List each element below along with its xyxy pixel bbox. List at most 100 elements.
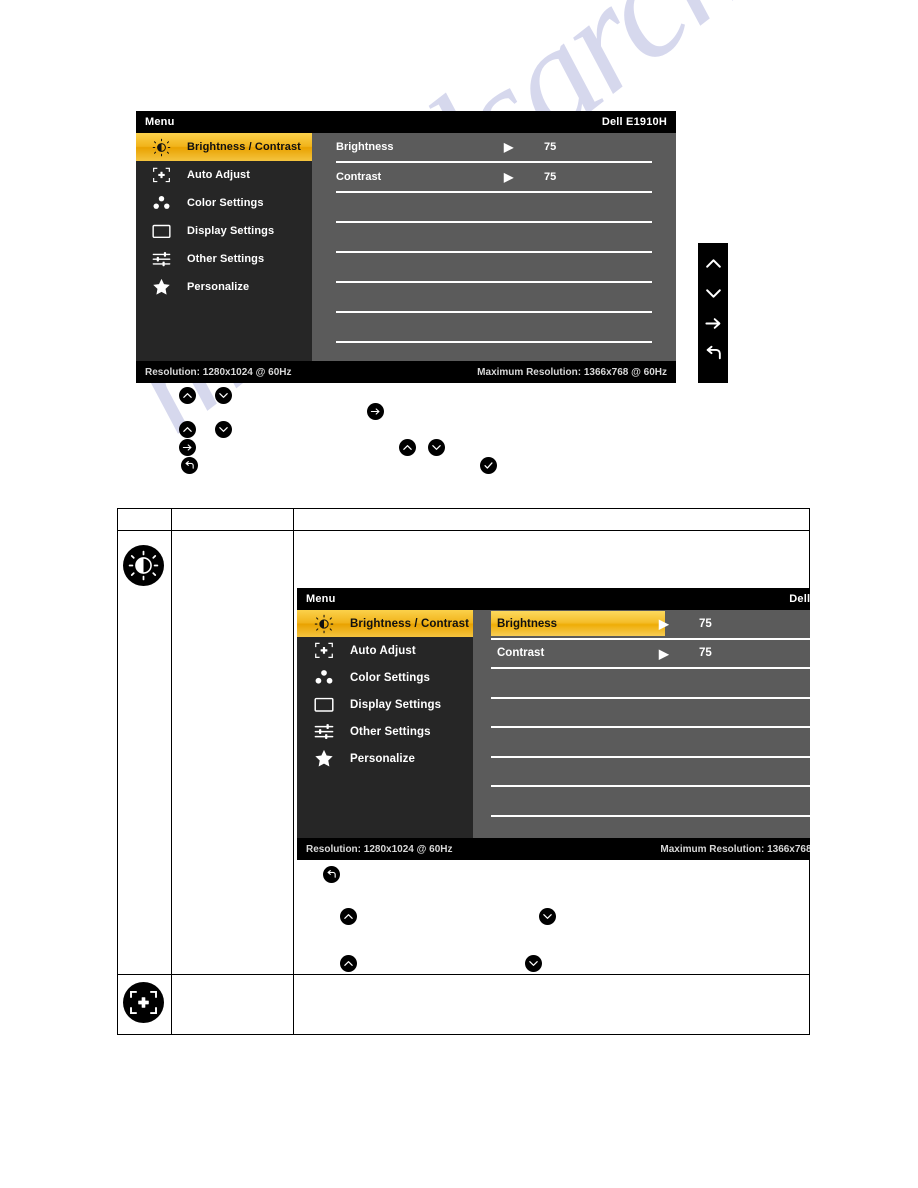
osd-setting-arrow-icon: ▶ (504, 140, 514, 154)
osd-sidebar-item-label: Display Settings (187, 225, 275, 237)
osd-setting-value: 75 (544, 171, 557, 183)
display-settings-icon (148, 224, 174, 239)
key-badge-up-chevron[interactable] (399, 439, 416, 456)
osd-footer-max-resolution: Maximum Resolution: 1366x768 @ 60 (660, 843, 810, 855)
table-cell-name-brightness (171, 530, 294, 975)
back-arrow-icon[interactable] (704, 344, 723, 363)
osd-sidebar-item-label: Auto Adjust (350, 644, 416, 657)
key-badge-up-chevron[interactable] (179, 421, 196, 438)
osd-sidebar-item-color-settings[interactable]: Color Settings (136, 189, 312, 217)
osd-setting-value: 75 (544, 141, 557, 153)
osd-setting-row-empty (336, 283, 652, 313)
osd-setting-row-empty (336, 253, 652, 283)
osd-sidebar-item-label: Color Settings (187, 197, 264, 209)
other-settings-icon (148, 251, 174, 267)
up-chevron-icon[interactable] (704, 254, 723, 273)
table-header-row (117, 508, 810, 531)
osd-settings-panel: Brightness ▶ 75 Contrast ▶ 75 (473, 610, 810, 838)
key-badge-down-chevron[interactable] (428, 439, 445, 456)
table-cell-icon-auto-adjust (117, 974, 172, 1035)
key-badge-back-arrow[interactable] (323, 866, 340, 883)
key-badge-down-chevron[interactable] (215, 421, 232, 438)
key-badge-check[interactable] (480, 457, 497, 474)
osd-sidebar-item-label: Other Settings (350, 725, 431, 738)
osd-sidebar-item-label: Personalize (350, 752, 416, 765)
osd-setting-label: Brightness (336, 141, 394, 153)
key-badge-back-arrow[interactable] (181, 457, 198, 474)
brightness-icon (148, 138, 174, 157)
down-chevron-icon[interactable] (704, 284, 723, 303)
monitor-button-strip[interactable] (698, 243, 728, 383)
osd-sidebar-item-color-settings[interactable]: Color Settings (297, 664, 473, 691)
key-badge-down-chevron[interactable] (539, 908, 556, 925)
osd-menu-top: Menu Dell E1910H Brightness / Contrast A… (136, 111, 676, 383)
osd-setting-row-contrast[interactable]: Contrast ▶ 75 (491, 640, 810, 669)
osd-setting-row-empty (491, 758, 810, 787)
osd-setting-arrow-icon: ▶ (504, 170, 514, 184)
table-cell-icon-brightness (117, 530, 172, 975)
key-badge-down-chevron[interactable] (215, 387, 232, 404)
osd-sidebar-item-personalize[interactable]: Personalize (297, 745, 473, 772)
osd-menu-bottom-clip: Menu Dell E191 Brightness / Contrast (297, 588, 810, 860)
osd-sidebar-item-label: Personalize (187, 281, 250, 293)
color-settings-icon (148, 195, 174, 211)
osd-setting-row-empty (336, 313, 652, 343)
osd-setting-row-brightness[interactable]: Brightness ▶ 75 (336, 133, 652, 163)
brightness-icon (123, 545, 164, 586)
osd-setting-arrow-icon: ▶ (659, 617, 669, 632)
osd-sidebar-item-other-settings[interactable]: Other Settings (297, 718, 473, 745)
osd-setting-row-contrast[interactable]: Contrast ▶ 75 (336, 163, 652, 193)
color-settings-icon (311, 669, 337, 685)
osd-sidebar-item-personalize[interactable]: Personalize (136, 273, 312, 301)
display-settings-icon (311, 697, 337, 713)
key-badge-up-chevron[interactable] (340, 955, 357, 972)
brightness-icon (311, 614, 337, 634)
osd-setting-row-empty (491, 728, 810, 758)
key-badge-up-chevron[interactable] (340, 908, 357, 925)
osd-setting-value: 75 (699, 647, 712, 660)
right-arrow-icon[interactable] (704, 314, 723, 333)
osd-footer-resolution: Resolution: 1280x1024 @ 60Hz (306, 843, 453, 855)
key-badge-down-chevron[interactable] (525, 955, 542, 972)
key-badge-up-chevron[interactable] (179, 387, 196, 404)
auto-adjust-icon (311, 642, 337, 659)
osd-setting-row-empty (491, 699, 810, 728)
osd-sidebar-item-auto-adjust[interactable]: Auto Adjust (297, 637, 473, 664)
table-header-cell-icon (117, 508, 172, 531)
osd-sidebar: Brightness / Contrast Auto Adjust Color … (297, 610, 473, 838)
osd-footer: Resolution: 1280x1024 @ 60Hz Maximum Res… (297, 838, 810, 860)
osd-setting-row-empty (336, 223, 652, 253)
osd-setting-row-brightness[interactable]: Brightness ▶ 75 (491, 610, 810, 640)
key-badge-right-arrow[interactable] (179, 439, 196, 456)
osd-setting-row-empty (491, 817, 810, 839)
table-cell-description-auto-adjust (293, 974, 810, 1035)
osd-title-bar: Menu Dell E1910H (136, 111, 676, 133)
auto-adjust-icon (123, 982, 164, 1023)
table-row (117, 974, 810, 1035)
osd-setting-arrow-icon: ▶ (659, 646, 669, 661)
other-settings-icon (311, 723, 337, 740)
osd-title-bar: Menu Dell E191 (297, 588, 810, 610)
osd-title-left: Menu (145, 116, 175, 128)
osd-setting-row-empty (336, 193, 652, 223)
osd-sidebar-item-auto-adjust[interactable]: Auto Adjust (136, 161, 312, 189)
osd-sidebar-item-other-settings[interactable]: Other Settings (136, 245, 312, 273)
osd-setting-row-empty (336, 343, 652, 361)
osd-sidebar-item-brightness-contrast[interactable]: Brightness / Contrast (297, 610, 473, 637)
osd-sidebar: Brightness / Contrast Auto Adjust Color … (136, 133, 312, 361)
key-badge-right-arrow[interactable] (367, 403, 384, 420)
osd-sidebar-item-label: Brightness / Contrast (187, 141, 301, 153)
osd-setting-value: 75 (699, 617, 712, 630)
osd-sidebar-item-display-settings[interactable]: Display Settings (297, 691, 473, 718)
osd-setting-row-empty (491, 787, 810, 817)
osd-title-left: Menu (306, 593, 336, 605)
osd-footer: Resolution: 1280x1024 @ 60Hz Maximum Res… (136, 361, 676, 383)
osd-setting-label: Contrast (336, 171, 382, 183)
osd-setting-label: Brightness (497, 617, 558, 630)
osd-sidebar-item-brightness-contrast[interactable]: Brightness / Contrast (136, 133, 312, 161)
osd-settings-panel: Brightness ▶ 75 Contrast ▶ 75 (312, 133, 676, 361)
osd-footer-max-resolution: Maximum Resolution: 1366x768 @ 60Hz (477, 366, 667, 378)
osd-sidebar-item-label: Display Settings (350, 698, 442, 711)
osd-sidebar-item-display-settings[interactable]: Display Settings (136, 217, 312, 245)
table-header-cell-description (293, 508, 810, 531)
